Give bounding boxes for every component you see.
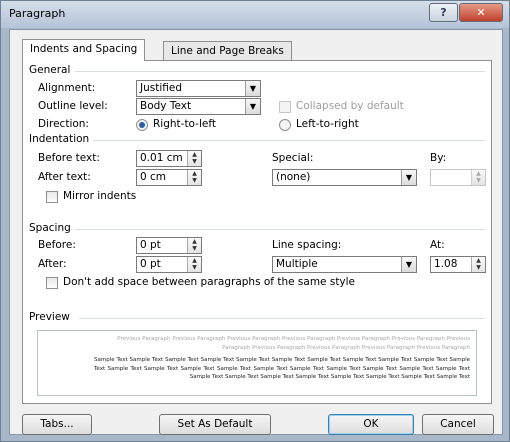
spinner-icon[interactable]: ▲ ▼	[187, 238, 201, 253]
alignment-select[interactable]: Justified ▼	[136, 80, 261, 97]
tab-line-and-page-breaks[interactable]: Line and Page Breaks	[163, 41, 292, 61]
divider	[75, 71, 485, 72]
spinner-icon[interactable]: ▲ ▼	[471, 257, 485, 272]
spinner-icon[interactable]: ▲ ▼	[187, 257, 201, 272]
spacing-before-input[interactable]: 0 pt ▲ ▼	[136, 237, 202, 254]
ltr-radio[interactable]	[279, 119, 291, 131]
help-icon: ?	[440, 6, 447, 19]
special-label: Special:	[272, 152, 314, 164]
tabs-button[interactable]: Tabs...	[22, 414, 92, 435]
tab-label: Indents and Spacing	[30, 43, 138, 55]
alignment-label: Alignment:	[38, 82, 96, 94]
outline-level-select[interactable]: Body Text ▼	[136, 98, 261, 115]
special-select[interactable]: (none) ▼	[272, 169, 417, 186]
close-button[interactable]: ✕	[459, 3, 503, 22]
general-heading: General	[29, 64, 71, 76]
spinner-icon[interactable]: ▲ ▼	[471, 170, 485, 185]
window-title: Paragraph	[9, 7, 66, 20]
tab-label: Line and Page Breaks	[171, 45, 284, 57]
chevron-down-icon: ▼	[245, 81, 260, 96]
before-text-value: 0.01 cm	[140, 152, 183, 164]
outline-level-value: Body Text	[140, 100, 192, 112]
ok-label: OK	[363, 418, 379, 430]
chevron-down-icon: ▼	[401, 257, 416, 272]
line-spacing-select[interactable]: Multiple ▼	[272, 256, 417, 273]
spacing-heading: Spacing	[29, 222, 71, 234]
ok-button[interactable]: OK	[328, 414, 414, 435]
line-spacing-label: Line spacing:	[272, 239, 342, 251]
dont-add-space-label: Don't add space between paragraphs of th…	[63, 276, 356, 288]
dont-add-space-checkbox[interactable]	[46, 277, 58, 289]
mirror-indents-label: Mirror indents	[63, 190, 137, 202]
at-label: At:	[430, 239, 445, 251]
at-input[interactable]: 1.08 ▲ ▼	[430, 256, 486, 273]
spacing-before-label: Before:	[38, 239, 76, 251]
title-bar: Paragraph ? ✕	[1, 1, 509, 28]
by-input[interactable]: ▲ ▼	[430, 169, 486, 186]
cancel-label: Cancel	[440, 418, 476, 430]
help-button[interactable]: ?	[429, 3, 458, 22]
spacing-after-label: After:	[38, 258, 67, 270]
preview-heading: Preview	[29, 311, 70, 323]
indentation-heading: Indentation	[29, 133, 90, 145]
after-text-input[interactable]: 0 cm ▲ ▼	[136, 169, 202, 186]
set-as-default-button[interactable]: Set As Default	[159, 414, 271, 435]
ltr-label: Left-to-right	[296, 118, 359, 130]
chevron-down-icon: ▼	[245, 99, 260, 114]
spacing-after-input[interactable]: 0 pt ▲ ▼	[136, 256, 202, 273]
mirror-indents-checkbox[interactable]	[46, 191, 58, 203]
set-as-default-label: Set As Default	[177, 418, 253, 430]
spinner-icon[interactable]: ▲ ▼	[187, 170, 201, 185]
chevron-down-icon: ▼	[401, 170, 416, 185]
cancel-button[interactable]: Cancel	[422, 414, 494, 435]
before-text-input[interactable]: 0.01 cm ▲ ▼	[136, 150, 202, 167]
spinner-icon[interactable]: ▲ ▼	[187, 151, 201, 166]
rtl-radio[interactable]	[136, 119, 148, 131]
divider	[75, 229, 485, 230]
after-text-value: 0 cm	[140, 171, 167, 183]
outline-level-label: Outline level:	[38, 100, 108, 112]
tab-panel: General Alignment: Justified ▼ Outline l…	[22, 60, 492, 404]
tab-indents-and-spacing[interactable]: Indents and Spacing	[22, 39, 146, 61]
before-text-label: Before text:	[38, 152, 100, 164]
divider	[93, 140, 485, 141]
special-value: (none)	[276, 171, 311, 183]
preview-sample-text: Sample Text Sample Text Sample Text Samp…	[94, 357, 470, 380]
by-label: By:	[430, 152, 447, 164]
dialog-body: Indents and Spacing Line and Page Breaks…	[9, 29, 503, 435]
divider	[79, 318, 485, 319]
direction-label: Direction:	[38, 118, 89, 130]
preview-previous-paragraph: Previous Paragraph Previous Paragraph Pr…	[117, 336, 470, 351]
spacing-before-value: 0 pt	[140, 239, 161, 251]
collapsed-checkbox[interactable]	[279, 101, 291, 113]
alignment-value: Justified	[140, 82, 182, 94]
rtl-label: Right-to-left	[153, 118, 216, 130]
collapsed-label: Collapsed by default	[296, 100, 404, 112]
spacing-after-value: 0 pt	[140, 258, 161, 270]
tabs-button-label: Tabs...	[40, 418, 74, 430]
line-spacing-value: Multiple	[276, 258, 318, 270]
close-icon: ✕	[476, 6, 486, 19]
at-value: 1.08	[434, 258, 458, 270]
preview-pane: Previous Paragraph Previous Paragraph Pr…	[37, 330, 477, 396]
paragraph-dialog: Paragraph ? ✕ Indents and Spacing Line a…	[0, 0, 510, 442]
after-text-label: After text:	[38, 171, 91, 183]
